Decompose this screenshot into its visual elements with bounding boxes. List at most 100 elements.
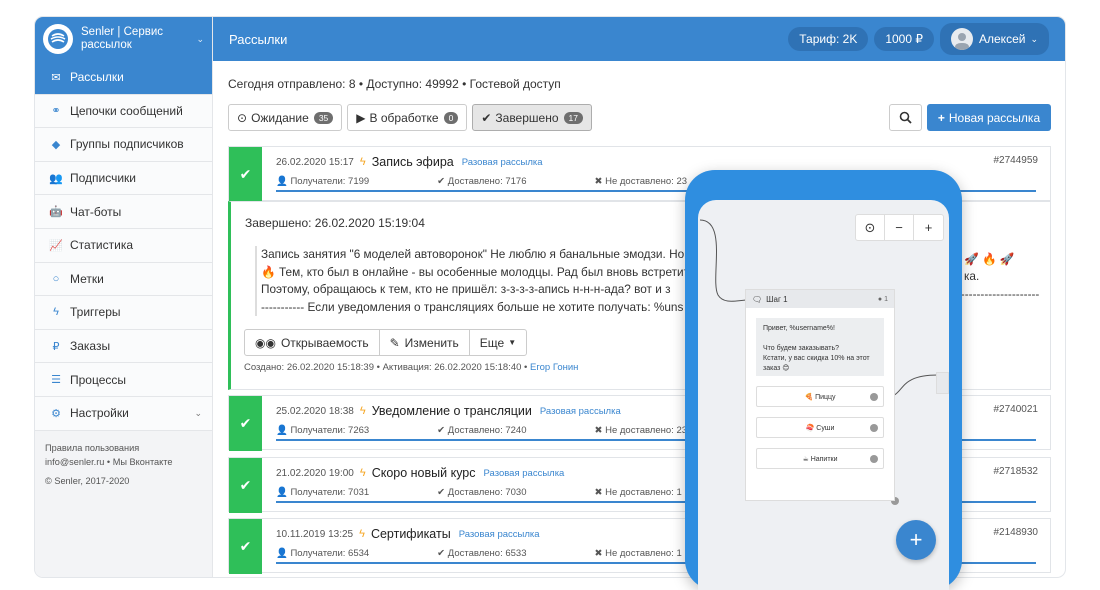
mailing-title[interactable]: Скоро новый курс (372, 466, 476, 480)
senler-logo-icon (43, 24, 73, 54)
mailing-date: 10.11.2019 13:25 (276, 528, 354, 540)
sidebar-item-4[interactable]: 🤖 Чат-боты (35, 195, 212, 229)
next-step-card[interactable] (936, 372, 949, 394)
recipients-stat: 👤 Получатели: 7199 (276, 176, 370, 187)
sidebar-item-0[interactable]: ✉ Рассылки (35, 61, 212, 95)
mailing-id: #2718532 (993, 466, 1039, 477)
new-mailing-button[interactable]: + Новая рассылка (927, 104, 1051, 131)
edit-button[interactable]: ✎ Изменить (378, 329, 470, 356)
mailing-type: Разовая рассылка (461, 156, 543, 168)
android-icon: 🤖 (49, 206, 63, 219)
ruble-icon: ₽ (52, 340, 60, 353)
tab-count: 0 (443, 111, 459, 124)
sidebar-item-label: Триггеры (70, 305, 121, 320)
quick-reply-label: 🍕 Пиццу (804, 393, 836, 401)
open-rate-label: Открываемость (280, 335, 369, 350)
step-header: 🗨 Шаг 1 ● 1 (746, 290, 894, 308)
tab-0[interactable]: ⊙ Ожидание 35 (228, 104, 343, 131)
msg-line: заказ 😊 (763, 365, 790, 372)
mailing-id: #2744959 (993, 155, 1039, 166)
brand-name: Senler | Сервис рассылок (81, 26, 163, 51)
brand-switcher[interactable]: Senler | Сервис рассылок ⌄ (35, 17, 212, 61)
tab-count: 35 (313, 111, 334, 124)
mailing-header: 21.02.2020 19:00 ϟ Скоро новый курс Разовая… (276, 466, 564, 480)
connector-dot[interactable] (870, 392, 878, 401)
bolt-icon: ϟ (359, 156, 366, 168)
terms-link[interactable]: Правила пользования (45, 441, 202, 455)
zoom-out-button[interactable]: − (885, 215, 914, 240)
user-menu[interactable]: Алексей ⌄ (940, 23, 1049, 55)
binoculars-icon: ◉◉ (255, 335, 276, 350)
zoom-controls: ⊙ − + (855, 214, 944, 241)
mailing-header: 26.02.2020 15:17 ϟ Запись эфира Разовая рас… (276, 155, 543, 169)
contact-links[interactable]: info@senler.ru • Мы Вконтакте (45, 455, 202, 469)
chart-icon: 📈 (49, 239, 63, 252)
mailing-date: 25.02.2020 18:38 (276, 405, 354, 417)
mailing-title[interactable]: Запись эфира (372, 155, 454, 169)
user-name: Алексей (979, 32, 1026, 46)
sidebar-item-1[interactable]: ⚭ Цепочки сообщений (35, 94, 212, 129)
sidebar-item-label: Подписчики (70, 171, 137, 186)
envelope-icon: ✉ (51, 71, 61, 84)
copyright: © Senler, 2017-2020 (45, 475, 130, 486)
check-icon: ✔ (229, 396, 262, 451)
tab-label: В обработке (369, 110, 439, 125)
tab-count: 17 (563, 111, 583, 124)
sidebar-item-label: Настройки (70, 406, 129, 421)
step-card[interactable]: 🗨 Шаг 1 ● 1 Привет, %username%! Что буде… (745, 289, 895, 501)
not-delivered-value: Не доставлено: 23 (605, 425, 688, 436)
not-delivered-value: Не доставлено: 23 (605, 176, 688, 187)
sidebar-item-label: Метки (70, 271, 104, 286)
recipients-value: Получатели: 6534 (290, 548, 370, 559)
tab-label: Завершено (495, 110, 559, 125)
msg-line: Кстати, у вас скидка 10% на этот (763, 355, 870, 362)
delivered-value: Доставлено: 7240 (447, 425, 527, 436)
phone-mockup: ⊙ − + 🗨 Шаг 1 ● 1 Привет, %username%! Чт… (685, 170, 962, 590)
mailing-title[interactable]: Уведомление о трансляции (372, 404, 532, 418)
bolt-icon: ϟ (53, 306, 59, 319)
sidebar-item-7[interactable]: ϟ Триггеры (35, 296, 212, 330)
more-dropdown[interactable]: Еще ▼ (468, 329, 528, 356)
quick-reply-button[interactable]: ☕ Напитки (756, 448, 884, 469)
connector-dot[interactable] (870, 454, 878, 463)
users-icon: 👥 (49, 172, 63, 185)
user-icon: ● (877, 295, 883, 303)
sidebar-item-5[interactable]: 📈 Статистика (35, 228, 212, 263)
balance-badge[interactable]: 1000 ₽ (874, 27, 934, 51)
sidebar-footer: Правила пользования info@senler.ru • Мы … (35, 431, 212, 498)
mailing-type: Разовая рассылка (539, 405, 621, 417)
sidebar-item-label: Заказы (70, 339, 111, 354)
sidebar-item-2[interactable]: ◆ Группы подписчиков (35, 128, 212, 162)
bot-builder-screen: ⊙ − + 🗨 Шаг 1 ● 1 Привет, %username%! Чт… (698, 200, 949, 590)
recipients-value: Получатели: 7031 (290, 487, 370, 498)
msg-line: Что будем заказывать? (763, 345, 839, 352)
mailing-id: #2740021 (993, 404, 1039, 415)
open-rate-button[interactable]: ◉◉ Открываемость (244, 329, 380, 356)
sidebar-item-8[interactable]: ₽ Заказы (35, 329, 212, 364)
message-tail: 🚀 🔥 🚀 (964, 252, 1015, 266)
msg-line: Привет, %username%! (763, 325, 835, 332)
add-step-button[interactable]: + (896, 520, 936, 560)
zoom-in-button[interactable]: + (914, 215, 943, 240)
center-button[interactable]: ⊙ (856, 215, 885, 240)
tab-icon: ⊙ (237, 110, 248, 125)
pencil-icon: ✎ (389, 335, 400, 350)
sidebar-item-9[interactable]: ☰ Процессы (35, 363, 212, 397)
sidebar-item-label: Цепочки сообщений (70, 103, 183, 118)
tariff-badge[interactable]: Тариф: 2K (788, 27, 869, 51)
search-button[interactable] (889, 104, 922, 131)
connector-dot[interactable] (870, 423, 878, 432)
tab-1[interactable]: ▶ В обработке 0 (347, 104, 468, 131)
recipients-value: Получатели: 7199 (290, 176, 370, 187)
quick-reply-button[interactable]: 🍕 Пиццу (756, 386, 884, 407)
author-link[interactable]: Егор Гонин (530, 362, 578, 373)
tab-2[interactable]: ✔ Завершено 17 (472, 104, 592, 131)
mailing-title[interactable]: Сертификаты (371, 527, 451, 541)
delivered-value: Доставлено: 7176 (447, 176, 527, 187)
sidebar-item-3[interactable]: 👥 Подписчики (35, 161, 212, 196)
sidebar-item-6[interactable]: ○ Метки (35, 262, 212, 297)
quick-reply-button[interactable]: 🍣 Суши (756, 417, 884, 438)
chat-icon: 🗨 (752, 294, 763, 304)
sidebar-item-10[interactable]: ⚙ Настройки ⌄ (35, 396, 212, 431)
mailing-date: 21.02.2020 19:00 (276, 467, 354, 479)
